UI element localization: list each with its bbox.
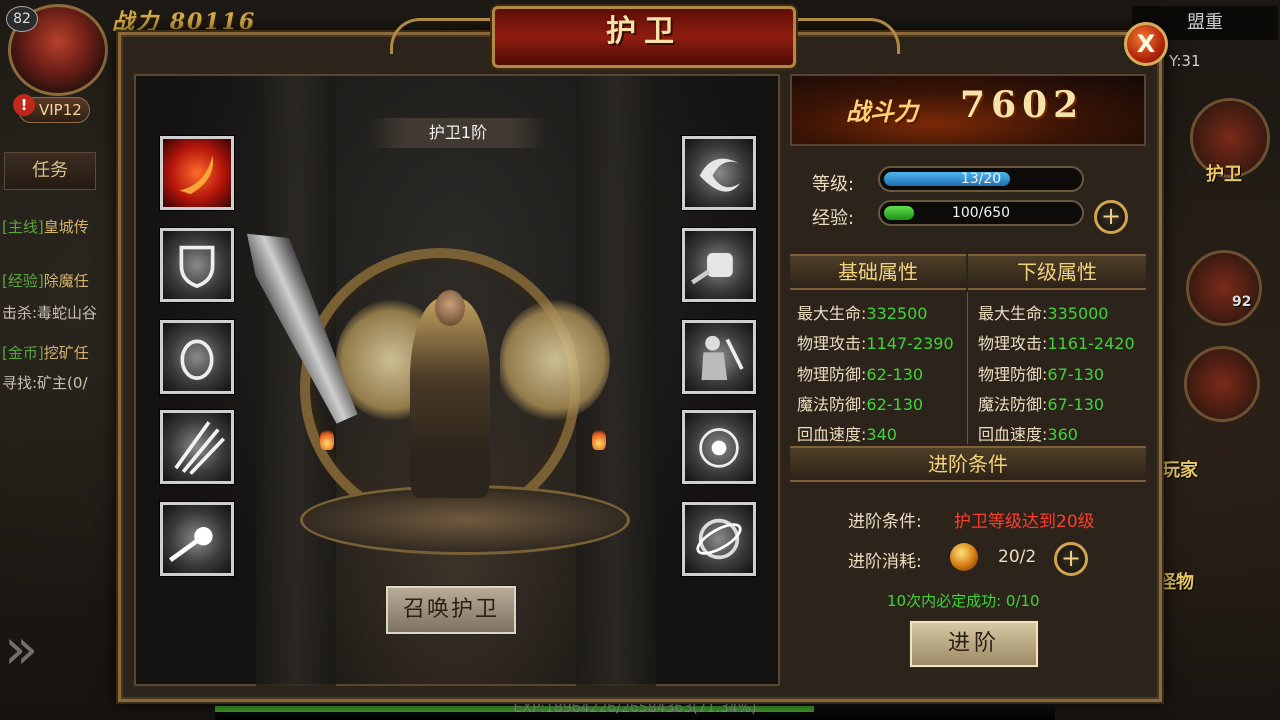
base-attr-row: 物理攻击:1147-2390	[797, 330, 954, 354]
attr-value: 62-130	[866, 365, 924, 384]
quest-item[interactable]: [金币]挖矿任	[2, 342, 89, 363]
skill-side-button[interactable]	[1184, 346, 1260, 422]
attr-value: 335000	[1047, 304, 1109, 323]
close-button[interactable]: X	[1124, 22, 1168, 66]
attr-key: 物理防御:	[797, 365, 867, 384]
dialog-title: 护卫	[606, 14, 682, 49]
attr-key: 最大生命:	[978, 304, 1048, 323]
base-attr-header: 基础属性	[790, 254, 966, 290]
quest-item[interactable]: [主线]皇城传	[2, 216, 89, 237]
fist-icon[interactable]	[682, 228, 756, 302]
combat-power-label: 战斗力	[846, 97, 918, 126]
attr-value: 1147-2390	[866, 334, 954, 353]
add-exp-button[interactable]: +	[1094, 200, 1128, 234]
advance-condition-value: 护卫等级达到20级	[954, 512, 1095, 532]
summon-guard-button[interactable]: 召唤护卫	[386, 586, 516, 634]
attr-key: 回血速度:	[797, 425, 867, 444]
exp-text: EXP:18964226/26584363(71.34%)	[513, 700, 757, 716]
next-attr-row: 物理攻击:1161-2420	[978, 330, 1135, 354]
attr-value: 67-130	[1047, 395, 1105, 414]
monster-side-label[interactable]: 怪物	[1158, 568, 1194, 594]
quest-tag: [金币]	[2, 344, 44, 362]
base-attr-row: 最大生命:332500	[797, 300, 927, 324]
quest-text: 击杀:毒蛇山谷	[2, 304, 98, 322]
torch-icon	[320, 428, 334, 450]
next-attr-row: 最大生命:335000	[978, 300, 1108, 324]
attr-key: 物理攻击:	[978, 334, 1048, 353]
next-attr-row: 回血速度:360	[978, 421, 1078, 445]
quest-text: 挖矿任	[43, 344, 89, 362]
guarantee-text: 10次内必定成功: 0/10	[887, 592, 1040, 610]
quest-text: 寻找:矿主(0/	[2, 374, 88, 392]
level-value: 13/20	[960, 171, 1002, 187]
advance-condition-label: 进阶条件:	[848, 512, 922, 532]
attr-value: 1161-2420	[1047, 334, 1135, 353]
attr-value: 360	[1047, 425, 1078, 444]
player-level-badge: 82	[6, 6, 38, 32]
attr-key: 魔法防御:	[978, 395, 1048, 414]
add-material-button[interactable]: +	[1054, 542, 1088, 576]
exp-bar: EXP:18964226/26584363(71.34%)	[215, 700, 1055, 720]
rune-sphere-icon[interactable]	[682, 502, 756, 576]
quest-item[interactable]: 寻找:矿主(0/	[2, 372, 88, 393]
expand-arrow-icon[interactable]: »	[4, 615, 50, 685]
player-side-label[interactable]: 玩家	[1162, 456, 1198, 482]
advance-cost-label: 进阶消耗:	[848, 552, 922, 572]
energy-orb-icon[interactable]	[682, 410, 756, 484]
alert-icon: !	[13, 94, 35, 116]
claw-strike-icon[interactable]	[160, 410, 234, 484]
base-attr-row: 物理防御:62-130	[797, 361, 923, 385]
attr-value: 332500	[866, 304, 928, 323]
legend-side-button[interactable]	[1186, 250, 1262, 326]
guard-side-label: 护卫	[1206, 164, 1242, 185]
attr-value: 62-130	[866, 395, 924, 414]
attr-key: 最大生命:	[797, 304, 867, 323]
advance-header: 进阶条件	[790, 446, 1146, 482]
quest-text: 皇城传	[43, 218, 89, 236]
quest-item[interactable]: 击杀:毒蛇山谷	[2, 302, 97, 323]
guard-exp-bar: 100/650	[878, 200, 1084, 226]
next-attr-row: 物理防御:67-130	[978, 361, 1104, 385]
legend-count: 92	[1232, 294, 1252, 310]
combat-power-value: 7602	[960, 84, 1085, 126]
attr-key: 魔法防御:	[797, 395, 867, 414]
fire-slash-icon[interactable]	[160, 136, 234, 210]
quest-text: 除魔任	[43, 272, 89, 290]
golden-orb-icon	[950, 543, 978, 571]
base-attr-row: 回血速度:340	[797, 421, 897, 445]
attr-divider	[967, 292, 968, 444]
warrior-icon[interactable]	[682, 320, 756, 394]
tab-tasks[interactable]: 任务	[4, 152, 96, 190]
guard-exp-value: 100/650	[951, 205, 1011, 221]
guard-model[interactable]	[410, 298, 490, 498]
attr-key: 物理防御:	[978, 365, 1048, 384]
level-bar: 13/20	[878, 166, 1084, 192]
attr-key: 物理攻击:	[797, 334, 867, 353]
attr-key: 回血速度:	[978, 425, 1048, 444]
torch-icon	[592, 428, 606, 450]
egg-shield-icon[interactable]	[160, 320, 234, 394]
next-attr-row: 魔法防御:67-130	[978, 391, 1104, 415]
quest-item[interactable]: [经验]除魔任	[2, 270, 89, 291]
shield-icon[interactable]	[160, 228, 234, 302]
advance-cost-value: 20/2	[998, 547, 1037, 567]
quest-tag: [经验]	[2, 272, 44, 290]
base-attr-row: 魔法防御:62-130	[797, 391, 923, 415]
quest-tag: [主线]	[2, 218, 44, 236]
exp-label: 经验:	[812, 208, 855, 229]
whirlwind-icon[interactable]	[682, 136, 756, 210]
light-burst-icon[interactable]	[160, 502, 234, 576]
guard-stage-title: 护卫1阶	[370, 118, 546, 148]
attr-value: 67-130	[1047, 365, 1105, 384]
guard-head	[435, 290, 465, 326]
advance-button[interactable]: 进阶	[910, 621, 1038, 667]
guard-wing-right	[500, 300, 610, 420]
next-attr-header: 下级属性	[968, 254, 1146, 290]
level-label: 等级:	[812, 174, 855, 195]
attr-value: 340	[866, 425, 897, 444]
